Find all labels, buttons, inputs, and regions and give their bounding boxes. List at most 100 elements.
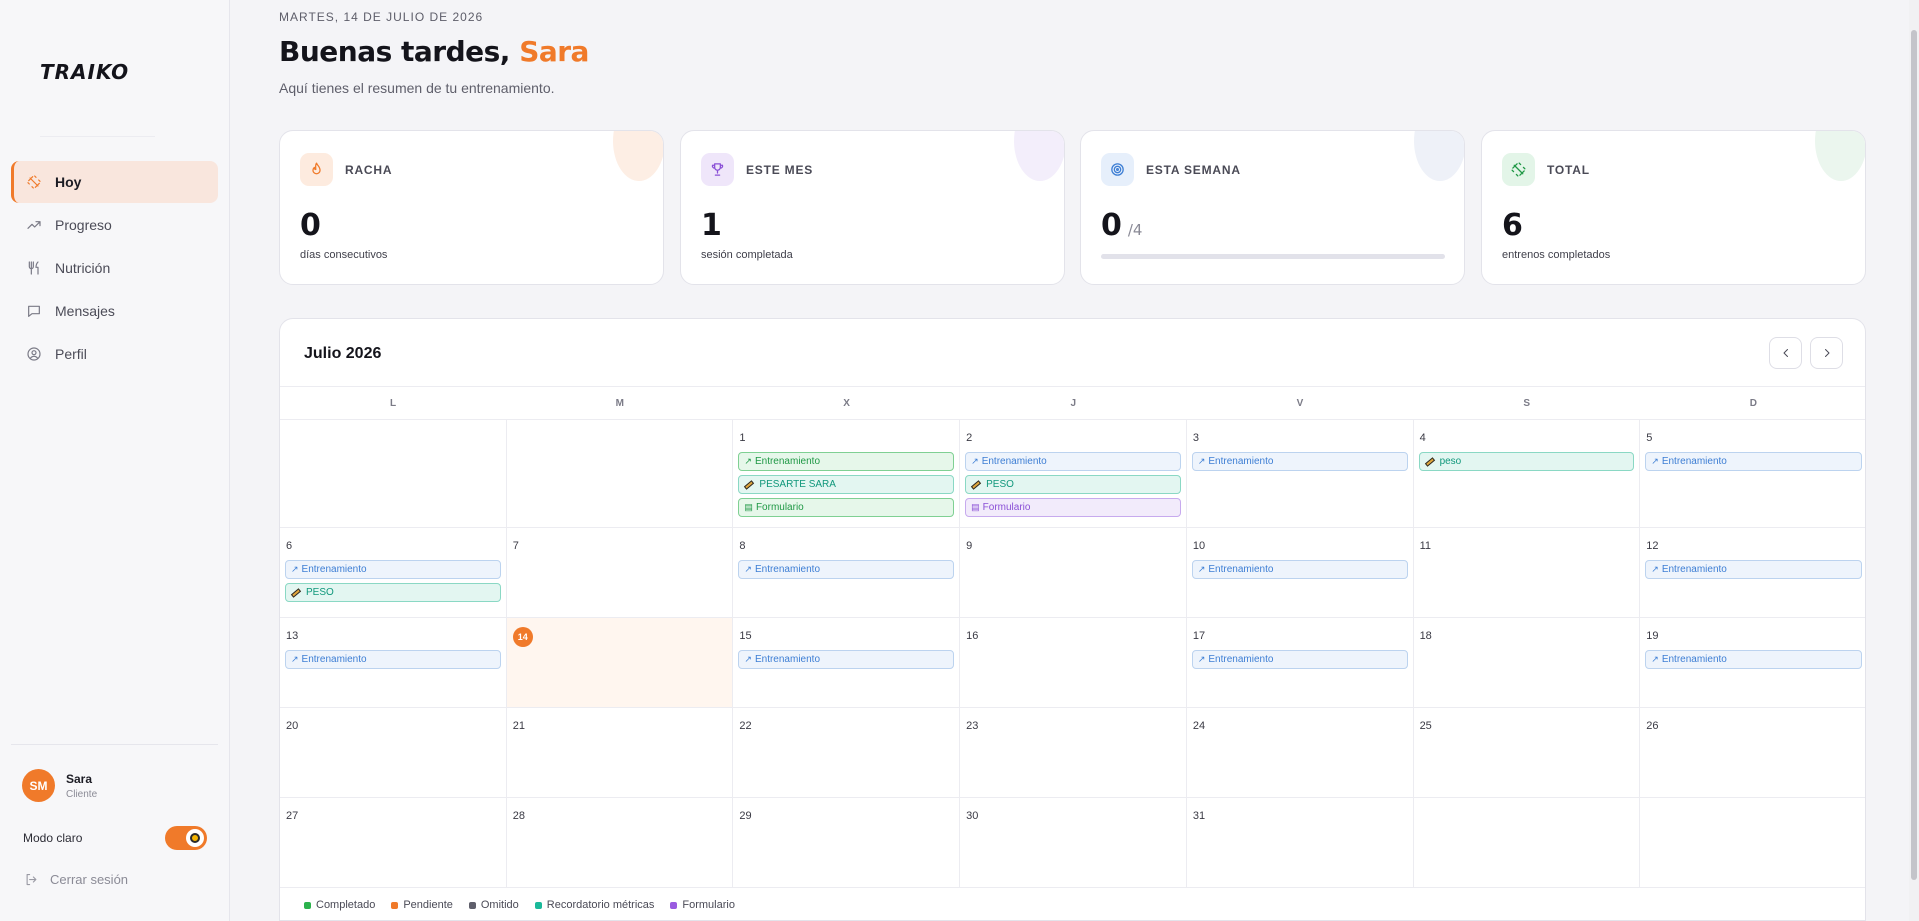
card-decoration [1014, 131, 1064, 181]
calendar-day-13[interactable]: 13 ↗ Entrenamiento [280, 618, 507, 708]
stat-value-number: 0 [1101, 208, 1122, 243]
calendar-day-4[interactable]: 4 peso [1413, 420, 1641, 528]
calendar-event[interactable]: PESO [285, 583, 501, 602]
weekday-label: V [1296, 397, 1304, 409]
event-label: Entrenamiento [754, 564, 821, 575]
calendar-event[interactable]: peso [1418, 452, 1635, 471]
page-subtitle: Aquí tienes el resumen de tu entrenamien… [279, 80, 555, 96]
calendar-day-8[interactable]: 8 ↗ Entrenamiento [733, 528, 961, 618]
calendar-event[interactable]: ▤ Formulario [965, 498, 1181, 517]
sidebar-item-nutricion[interactable]: Nutrición [11, 247, 218, 289]
weekday-label: L [390, 397, 397, 409]
day-number: 16 [966, 630, 979, 642]
event-label: Entrenamiento [981, 456, 1047, 467]
calendar-day-11[interactable]: 11 [1413, 528, 1641, 618]
logout-button[interactable]: Cerrar sesión [24, 872, 128, 887]
calendar-day-5[interactable]: 5 ↗ Entrenamiento [1640, 420, 1865, 528]
theme-row: Modo claro [23, 826, 207, 850]
calendar-day-14[interactable]: 14 [506, 618, 734, 708]
calendar-day-26[interactable]: 26 [1640, 708, 1865, 798]
sidebar-item-perfil[interactable]: Perfil [11, 333, 218, 375]
next-month-button[interactable] [1810, 337, 1843, 369]
calendar-day-28[interactable]: 28 [506, 798, 734, 888]
calendar-day-18[interactable]: 18 [1413, 618, 1641, 708]
calendar-day-20[interactable]: 20 [280, 708, 507, 798]
calendar-event[interactable]: ↗ Entrenamiento [285, 650, 501, 669]
calendar-day-2[interactable]: 2 ↗ Entrenamiento PESO ▤ Formulario [960, 420, 1187, 528]
calendar-event[interactable]: ↗ Entrenamiento [738, 650, 955, 669]
calendar: Julio 2026 LMXJVSD 1 ↗ Entrenamiento PESART… [279, 318, 1866, 921]
calendar-event[interactable]: ↗ Entrenamiento [965, 452, 1181, 471]
event-label: Entrenamiento [754, 654, 821, 665]
scrollbar-thumb[interactable] [1911, 30, 1917, 880]
calendar-event[interactable]: ↗ Entrenamiento [738, 560, 955, 579]
theme-toggle[interactable] [165, 826, 207, 850]
weekday-header: LMXJVSD [280, 386, 1865, 420]
calendar-day-22[interactable]: 22 [733, 708, 961, 798]
previous-month-button[interactable] [1769, 337, 1802, 369]
calendar-day-15[interactable]: 15 ↗ Entrenamiento [733, 618, 961, 708]
legend-swatch [468, 901, 476, 909]
greeting-text: Buenas tardes, [279, 35, 510, 68]
weekday-label: J [1070, 397, 1077, 409]
calendar-day-30[interactable]: 30 [960, 798, 1187, 888]
calendar-day-23[interactable]: 23 [960, 708, 1187, 798]
calendar-day-27[interactable]: 27 [280, 798, 507, 888]
calendar-event[interactable]: ↗ Entrenamiento [738, 452, 955, 471]
calendar-day-17[interactable]: 17 ↗ Entrenamiento [1186, 618, 1414, 708]
calendar-day-16[interactable]: 16 [960, 618, 1187, 708]
calendar-event[interactable]: ▤ Formulario [738, 498, 955, 517]
calendar-event[interactable]: ↗ Entrenamiento [1191, 560, 1408, 579]
card-decoration [1414, 131, 1464, 181]
form-icon: ▤ [971, 502, 980, 512]
calendar-day-empty [1413, 798, 1641, 888]
calendar-day-6[interactable]: 6 ↗ Entrenamiento PESO [280, 528, 507, 618]
trending-up-icon [25, 216, 43, 234]
ruler-icon [971, 479, 982, 490]
day-number: 21 [512, 720, 525, 732]
theme-label: Modo claro [23, 831, 83, 845]
trophy-icon [701, 153, 734, 186]
calendar-day-1[interactable]: 1 ↗ Entrenamiento PESARTE SARA ▤ Formulario [733, 420, 961, 528]
calendar-day-29[interactable]: 29 [733, 798, 961, 888]
event-label: Entrenamiento [1661, 456, 1727, 467]
sidebar-item-mensajes[interactable]: Mensajes [11, 290, 218, 332]
calendar-day-12[interactable]: 12 ↗ Entrenamiento [1640, 528, 1865, 618]
day-number: 27 [286, 810, 299, 822]
legend-swatch [304, 901, 311, 909]
sidebar-item-progreso[interactable]: Progreso [11, 204, 218, 246]
calendar-day-3[interactable]: 3 ↗ Entrenamiento [1186, 420, 1414, 528]
calendar-event[interactable]: ↗ Entrenamiento [285, 560, 501, 579]
calendar-event[interactable]: ↗ Entrenamiento [1191, 650, 1408, 669]
user-profile[interactable]: SM Sara Cliente [22, 769, 97, 802]
calendar-day-21[interactable]: 21 [506, 708, 734, 798]
calendar-day-7[interactable]: 7 [506, 528, 734, 618]
day-number: 15 [739, 630, 752, 642]
day-number: 9 [966, 540, 973, 552]
scrollbar[interactable] [1909, 0, 1919, 921]
form-icon: ▤ [744, 502, 753, 512]
stat-title: ESTA SEMANA [1146, 162, 1241, 177]
calendar-event[interactable]: ↗ Entrenamiento [1645, 560, 1862, 579]
calendar-event[interactable]: PESO [965, 475, 1181, 494]
calendar-day-19[interactable]: 19 ↗ Entrenamiento [1640, 618, 1865, 708]
calendar-day-25[interactable]: 25 [1413, 708, 1641, 798]
calendar-day-31[interactable]: 31 [1186, 798, 1414, 888]
calendar-event[interactable]: ↗ Entrenamiento [1191, 452, 1408, 471]
page-title: Buenas tardes, Sara [279, 35, 589, 68]
stat-value: 1 [701, 208, 722, 243]
sidebar-item-hoy[interactable]: Hoy [11, 161, 218, 203]
dumbbell-icon: ↗ [744, 654, 752, 664]
stat-card-total: TOTAL 6 entrenos completados [1481, 130, 1866, 285]
calendar-event[interactable]: PESARTE SARA [738, 475, 955, 494]
calendar-day-24[interactable]: 24 [1186, 708, 1414, 798]
weekday-label: X [843, 397, 851, 409]
legend-item: Recordatorio métricas [534, 899, 654, 911]
calendar-day-10[interactable]: 10 ↗ Entrenamiento [1186, 528, 1414, 618]
calendar-day-9[interactable]: 9 [960, 528, 1187, 618]
sidebar-item-label: Hoy [55, 174, 82, 190]
calendar-event[interactable]: ↗ Entrenamiento [1645, 650, 1862, 669]
calendar-event[interactable]: ↗ Entrenamiento [1645, 452, 1862, 471]
legend-item: Pendiente [391, 899, 453, 911]
app-logo[interactable]: TRAIKO [40, 60, 129, 84]
